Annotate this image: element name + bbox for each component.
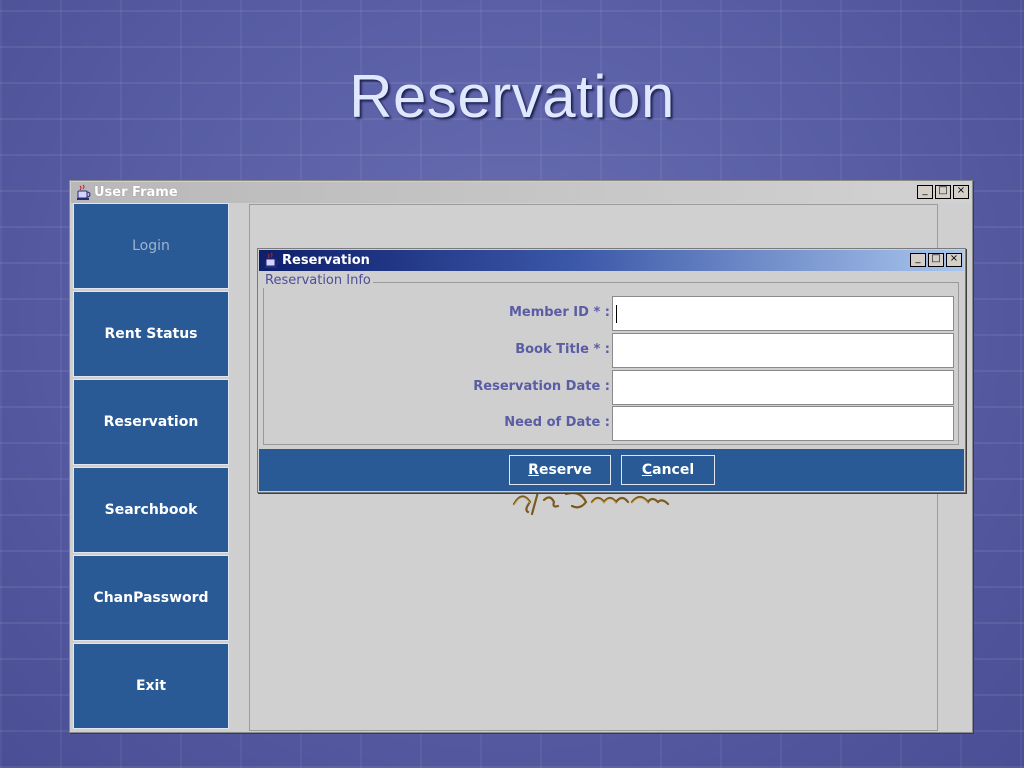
java-cup-icon: [77, 184, 91, 200]
reserve-mnemonic: R: [528, 462, 539, 478]
reservation-date-input[interactable]: [612, 370, 954, 405]
need-of-date-label: Need of Date :: [504, 415, 610, 430]
close-icon[interactable]: ×: [946, 253, 962, 267]
text-caret: [616, 305, 617, 323]
sidebar-rent-status-button[interactable]: Rent Status: [73, 291, 229, 377]
sidebar-chanpassword-button[interactable]: ChanPassword: [73, 555, 229, 641]
minimize-icon[interactable]: _: [917, 185, 933, 199]
reservation-window-title: Reservation: [282, 253, 370, 268]
reservation-info-group-title: Reservation Info: [263, 273, 373, 288]
reservation-titlebar[interactable]: Reservation _ □ ×: [259, 250, 964, 271]
sidebar-exit-button[interactable]: Exit: [73, 643, 229, 729]
book-title-row: Book Title * :: [264, 333, 960, 368]
maximize-icon[interactable]: □: [935, 185, 951, 199]
cancel-label: ancel: [652, 462, 695, 478]
need-of-date-input[interactable]: [612, 406, 954, 441]
sidebar-searchbook-button[interactable]: Searchbook: [73, 467, 229, 553]
sidebar-login-button[interactable]: Login: [73, 203, 229, 289]
cancel-button[interactable]: Cancel: [621, 455, 715, 485]
reservation-window: Reservation _ □ × Member ID * : Book Tit…: [257, 248, 966, 493]
reserve-label: eserve: [538, 462, 592, 478]
reserve-button[interactable]: Reserve: [509, 455, 611, 485]
need-of-date-row: Need of Date :: [264, 406, 960, 441]
close-icon[interactable]: ×: [953, 185, 969, 199]
slide-title: Reservation: [349, 63, 675, 130]
member-id-row: Member ID * :: [264, 296, 960, 331]
member-id-input[interactable]: [612, 296, 954, 331]
java-cup-icon: [265, 252, 279, 268]
reservation-date-label: Reservation Date :: [473, 379, 610, 394]
user-frame-titlebar[interactable]: User Frame _ □ ×: [71, 182, 971, 203]
cancel-mnemonic: C: [641, 462, 653, 478]
maximize-icon[interactable]: □: [928, 253, 944, 267]
user-frame-title: User Frame: [94, 185, 178, 200]
minimize-icon[interactable]: _: [910, 253, 926, 267]
sidebar: Login Rent Status Reservation Searchbook…: [73, 203, 232, 731]
reservation-date-row: Reservation Date :: [264, 370, 960, 405]
sidebar-reservation-button[interactable]: Reservation: [73, 379, 229, 465]
reservation-info-group: Member ID * : Book Title * : Reservation…: [263, 282, 959, 445]
member-id-label: Member ID * :: [508, 305, 610, 320]
book-title-input[interactable]: [612, 333, 954, 368]
book-title-label: Book Title * :: [515, 342, 610, 357]
action-button-bar: Reserve Cancel: [259, 449, 964, 491]
